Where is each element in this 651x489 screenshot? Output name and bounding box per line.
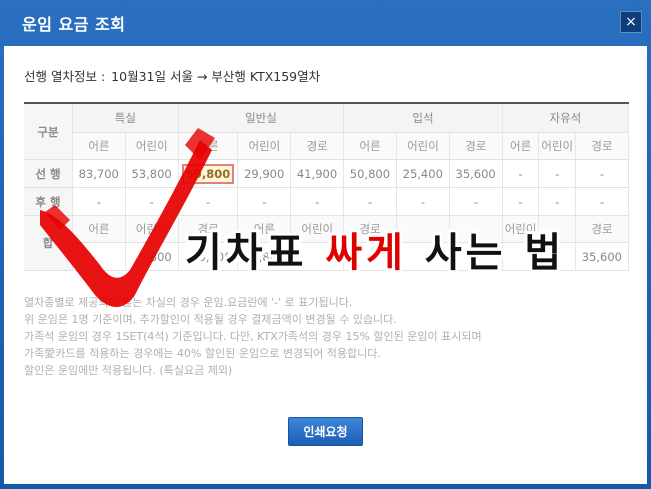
- caption-part: 사는 법: [406, 230, 566, 276]
- fare-dialog: 운임 요금 조회 × 선행 열차정보 :10월31일 서울 → 부산행 KTX1…: [0, 0, 651, 489]
- overlay-caption: 기차표 싸게 사는 법: [185, 220, 565, 278]
- caption-part: 기차표: [185, 230, 326, 276]
- caption-highlight: 싸게: [325, 230, 407, 276]
